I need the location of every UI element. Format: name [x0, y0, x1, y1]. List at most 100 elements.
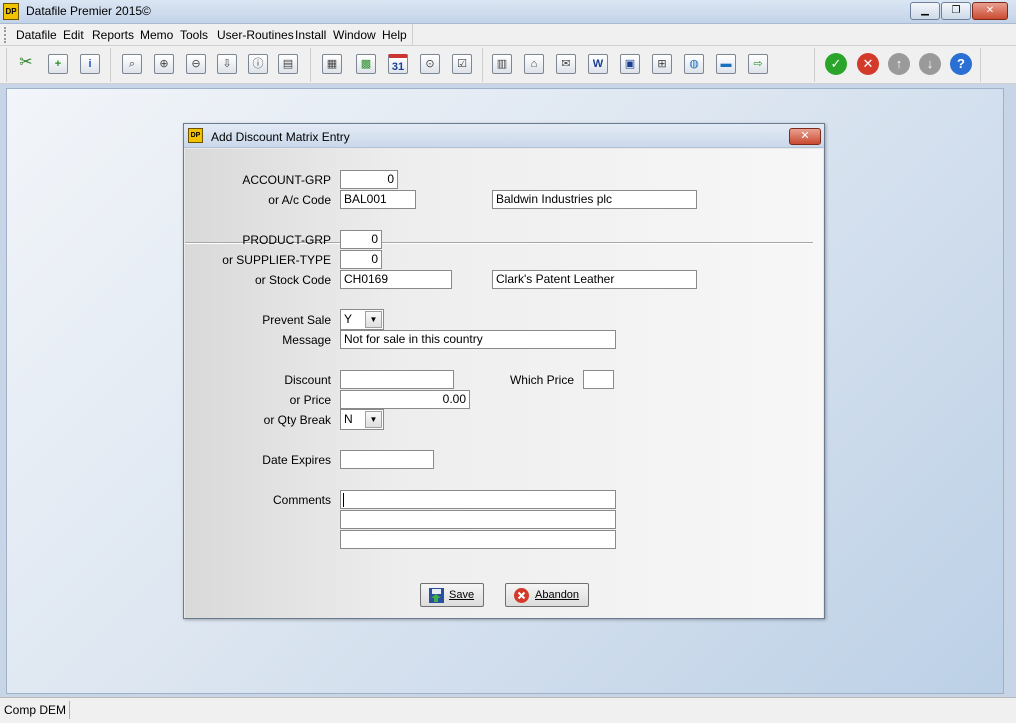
comments-label: Comments: [272, 493, 331, 507]
price-input[interactable]: 0.00: [340, 390, 470, 409]
menu-bar: Datafile Edit Reports Memo Tools User-Ro…: [0, 24, 1016, 46]
cancel-icon: [514, 588, 529, 603]
save-button[interactable]: Save: [420, 583, 484, 607]
help-icon[interactable]: ?: [949, 52, 973, 76]
calculator-icon[interactable]: ▩: [354, 52, 378, 76]
restore-button[interactable]: ❐: [941, 2, 971, 20]
discount-input[interactable]: [340, 370, 454, 389]
save-label: Save: [449, 589, 475, 601]
dialog-title-bar: DP Add Discount Matrix Entry ✕: [184, 124, 824, 148]
add-window-icon[interactable]: ⊕: [152, 52, 176, 76]
window-title-bar: DP Datafile Premier 2015© ▁ ❐ ✕: [0, 0, 1016, 24]
qty-break-label: or Qty Break: [263, 413, 331, 427]
comments-line-3[interactable]: [340, 530, 616, 549]
message-input[interactable]: Not for sale in this country: [340, 330, 616, 349]
stock-code-input[interactable]: CH0169: [340, 270, 452, 289]
toolbar-separator: [482, 48, 483, 82]
ac-code-input[interactable]: BAL001: [340, 190, 416, 209]
remove-window-icon[interactable]: ⊖: [184, 52, 208, 76]
up-icon[interactable]: ↑: [887, 52, 911, 76]
qty-break-dropdown[interactable]: N ▼: [340, 409, 384, 430]
menu-help[interactable]: Help: [382, 28, 407, 42]
product-grp-input[interactable]: 0: [340, 230, 382, 249]
minimize-button[interactable]: ▁: [910, 2, 940, 20]
close-button[interactable]: ✕: [972, 2, 1008, 20]
stock-code-label: or Stock Code: [254, 273, 331, 287]
email-icon[interactable]: ✉: [554, 52, 578, 76]
account-grp-input[interactable]: 0: [340, 170, 398, 189]
app-logo-icon: DP: [3, 3, 19, 20]
internet-icon[interactable]: ◍: [682, 52, 706, 76]
abandon-label: Abandon: [535, 589, 580, 601]
print-icon[interactable]: ▤: [276, 52, 300, 76]
date-expires-input[interactable]: [340, 450, 434, 469]
menu-install[interactable]: Install: [295, 28, 326, 42]
dialog-close-button[interactable]: ✕: [789, 128, 821, 145]
comments-line-1[interactable]: [340, 490, 616, 509]
chevron-down-icon[interactable]: ▼: [365, 311, 382, 328]
discount-label: Discount: [284, 373, 331, 387]
menu-grip: [4, 27, 7, 43]
comments-line-2[interactable]: [340, 510, 616, 529]
chevron-down-icon[interactable]: ▼: [365, 411, 382, 428]
price-label: or Price: [289, 393, 331, 407]
menu-memo[interactable]: Memo: [140, 28, 173, 42]
abandon-button[interactable]: Abandon: [505, 583, 589, 607]
save-icon: [429, 588, 444, 603]
prevent-sale-value: Y: [344, 312, 353, 326]
menu-user-routines[interactable]: User-Routines: [217, 28, 294, 42]
menu-window[interactable]: Window: [333, 28, 376, 42]
inspect-icon[interactable]: ⊙: [418, 52, 442, 76]
add-screen-icon[interactable]: ⊞: [650, 52, 674, 76]
home-icon[interactable]: ⌂: [522, 52, 546, 76]
message-label: Message: [282, 333, 331, 347]
new-record-icon[interactable]: +: [46, 52, 70, 76]
product-grp-label: PRODUCT-GRP: [242, 233, 331, 247]
date-expires-label: Date Expires: [262, 453, 331, 467]
ok-icon[interactable]: ✓: [824, 52, 848, 76]
prevent-sale-dropdown[interactable]: Y ▼: [340, 309, 384, 330]
record-info-icon[interactable]: i: [78, 52, 102, 76]
menu-tools[interactable]: Tools: [180, 28, 208, 42]
which-price-label: Which Price: [509, 373, 574, 387]
calendar-icon[interactable]: 31: [386, 52, 410, 76]
toolbar-separator: [980, 48, 981, 82]
toolbar-separator: [110, 48, 111, 82]
toolbar: ✂ + i ⌕ ⊕ ⊖ ⇩ ⓘ ▤ ▦ ▩ 31 ⊙ ☑ ▥ ⌂ ✉ W ▣ ⊞…: [0, 46, 1016, 84]
toolbar-separator: [310, 48, 311, 82]
add-discount-matrix-dialog: DP Add Discount Matrix Entry ✕ ACCOUNT-G…: [183, 123, 825, 619]
scissors-icon[interactable]: ✂: [14, 52, 38, 76]
menu-datafile[interactable]: Datafile: [16, 28, 57, 42]
menu-separator: [412, 24, 413, 46]
dialog-body: ACCOUNT-GRP 0 or A/c Code BAL001 Baldwin…: [185, 149, 823, 618]
import-icon[interactable]: ⇩: [215, 52, 239, 76]
car-icon[interactable]: ▬: [714, 52, 738, 76]
qty-break-value: N: [344, 412, 353, 426]
toolbar-separator: [6, 48, 7, 82]
which-price-input[interactable]: [583, 370, 614, 389]
supplier-type-label: or SUPPLIER-TYPE: [222, 253, 331, 267]
dialog-app-icon: DP: [188, 128, 203, 143]
export-icon[interactable]: ⇨: [746, 52, 770, 76]
chart-icon[interactable]: ▥: [490, 52, 514, 76]
ac-code-label: or A/c Code: [268, 193, 331, 207]
account-name-field: Baldwin Industries plc: [492, 190, 697, 209]
menu-reports[interactable]: Reports: [92, 28, 134, 42]
document-icon[interactable]: ▦: [320, 52, 344, 76]
window-info-icon[interactable]: ⓘ: [246, 52, 270, 76]
toolbar-separator: [814, 48, 815, 82]
find-icon[interactable]: ⌕: [120, 52, 144, 76]
account-grp-label: ACCOUNT-GRP: [242, 173, 331, 187]
down-icon[interactable]: ↓: [918, 52, 942, 76]
dialog-title: Add Discount Matrix Entry: [211, 130, 350, 144]
stock-description-field: Clark's Patent Leather: [492, 270, 697, 289]
cancel-icon[interactable]: ✕: [856, 52, 880, 76]
prevent-sale-label: Prevent Sale: [262, 313, 331, 327]
word-doc-icon[interactable]: W: [586, 52, 610, 76]
menu-edit[interactable]: Edit: [63, 28, 84, 42]
company-status: Comp DEM: [2, 701, 70, 719]
status-bar: Comp DEM: [0, 697, 1016, 723]
supplier-type-input[interactable]: 0: [340, 250, 382, 269]
picture-icon[interactable]: ▣: [618, 52, 642, 76]
checklist-icon[interactable]: ☑: [450, 52, 474, 76]
